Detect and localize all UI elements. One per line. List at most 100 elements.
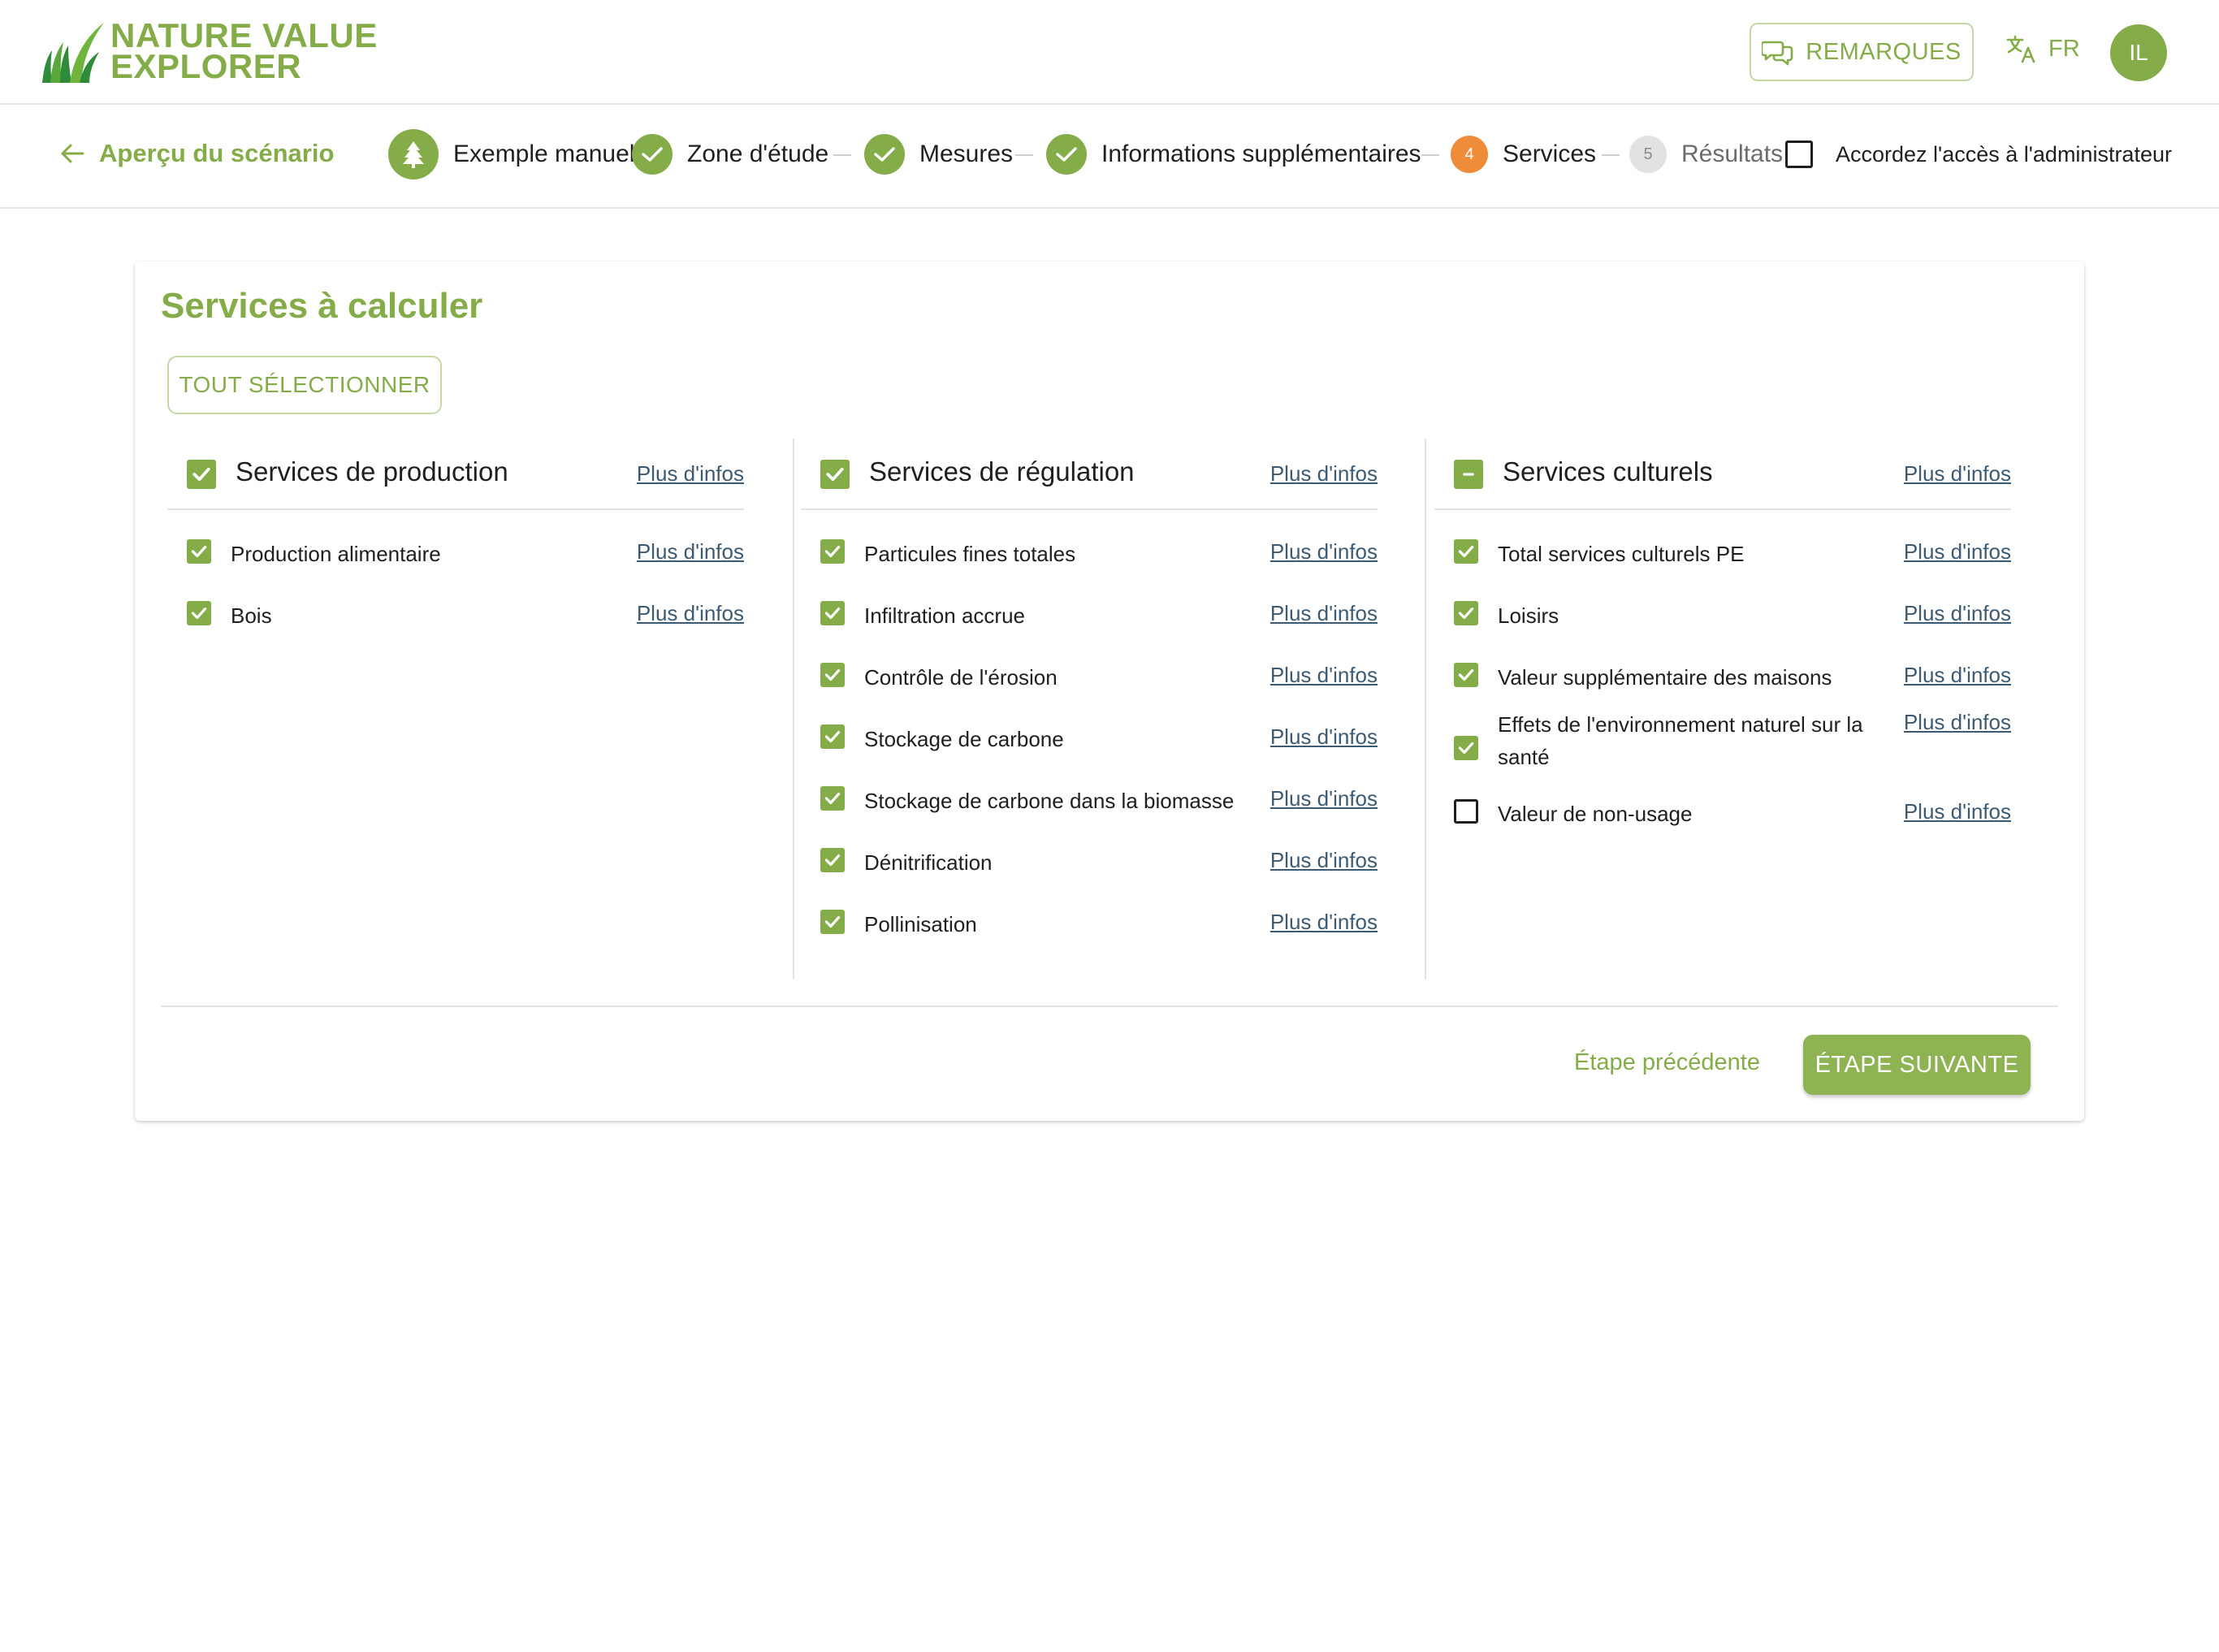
more-info-link[interactable]: Plus d'infos bbox=[637, 539, 744, 564]
select-all-button[interactable]: TOUT SÉLECTIONNER bbox=[167, 356, 442, 414]
checked-checkbox[interactable] bbox=[1454, 663, 1478, 687]
service-row[interactable]: Dénitrification Plus d'infos bbox=[801, 832, 1378, 893]
column-title: Services culturels bbox=[1503, 456, 1713, 487]
checked-checkbox[interactable] bbox=[187, 460, 216, 489]
check-circle-icon bbox=[632, 134, 673, 175]
service-row[interactable]: Production alimentaire Plus d'infos bbox=[167, 523, 744, 585]
service-row[interactable]: Loisirs Plus d'infos bbox=[1434, 585, 2011, 647]
card-footer-divider bbox=[161, 1005, 2058, 1007]
logo-wordmark: NATURE VALUE EXPLORER bbox=[110, 19, 378, 84]
more-info-link[interactable]: Plus d'infos bbox=[1904, 799, 2011, 824]
column-title: Services de production bbox=[236, 456, 508, 487]
step-additional-info[interactable]: Informations supplémentaires bbox=[1046, 134, 1421, 175]
checked-checkbox[interactable] bbox=[820, 848, 845, 872]
translate-icon bbox=[2006, 35, 2035, 63]
service-label: Dénitrification bbox=[864, 850, 993, 875]
service-row[interactable]: Valeur supplémentaire des maisons Plus d'… bbox=[1434, 647, 2011, 708]
checked-checkbox[interactable] bbox=[820, 601, 845, 625]
more-info-link[interactable]: Plus d'infos bbox=[1904, 663, 2011, 688]
service-label: Particules fines totales bbox=[864, 542, 1076, 566]
service-label: Stockage de carbone dans la biomasse bbox=[864, 789, 1235, 813]
more-info-link[interactable]: Plus d'infos bbox=[1270, 910, 1378, 935]
tree-icon bbox=[388, 129, 439, 179]
grass-logo-icon bbox=[42, 23, 104, 83]
step-scenario[interactable]: Exemple manuel bbox=[388, 129, 634, 179]
back-to-overview-link[interactable]: Aperçu du scénario bbox=[60, 139, 334, 168]
more-info-link[interactable]: Plus d'infos bbox=[1270, 461, 1378, 487]
column-regulation: Services de régulation Plus d'infos Partic… bbox=[801, 440, 1378, 955]
service-label: Total services culturels PE bbox=[1498, 542, 1745, 566]
arrow-left-icon bbox=[61, 144, 84, 163]
service-row[interactable]: Stockage de carbone dans la biomasse Plus… bbox=[801, 770, 1378, 832]
scenario-stepper: Aperçu du scénario Exemple manuel Zone d… bbox=[0, 105, 2219, 209]
checked-checkbox[interactable] bbox=[187, 601, 211, 625]
checked-checkbox[interactable] bbox=[820, 724, 845, 749]
more-info-link[interactable]: Plus d'infos bbox=[637, 461, 744, 487]
previous-step-link[interactable]: Étape précédente bbox=[1574, 1049, 1760, 1076]
checked-checkbox[interactable] bbox=[1454, 539, 1478, 564]
service-row[interactable]: Total services culturels PE Plus d'infos bbox=[1434, 523, 2011, 585]
checked-checkbox[interactable] bbox=[1454, 736, 1478, 760]
checked-checkbox[interactable] bbox=[1454, 601, 1478, 625]
more-info-link[interactable]: Plus d'infos bbox=[1904, 710, 2011, 735]
step-results[interactable]: 5 Résultats bbox=[1629, 136, 1783, 173]
step-measures[interactable]: Mesures bbox=[864, 134, 1013, 175]
service-row[interactable]: Bois Plus d'infos bbox=[167, 585, 744, 647]
service-label: Pollinisation bbox=[864, 912, 977, 936]
checked-checkbox[interactable] bbox=[820, 786, 845, 811]
back-label: Aperçu du scénario bbox=[99, 139, 335, 167]
service-row[interactable]: Contrôle de l'érosion Plus d'infos bbox=[801, 647, 1378, 708]
service-row[interactable]: Pollinisation Plus d'infos bbox=[801, 893, 1378, 955]
remarks-button[interactable]: REMARQUES bbox=[1750, 23, 1974, 81]
more-info-link[interactable]: Plus d'infos bbox=[1270, 724, 1378, 750]
service-row[interactable]: Particules fines totales Plus d'infos bbox=[801, 523, 1378, 585]
user-avatar[interactable]: IL bbox=[2110, 24, 2167, 81]
step-scenario-label: Exemple manuel bbox=[453, 141, 635, 167]
column-title: Services de régulation bbox=[869, 456, 1135, 487]
check-circle-icon bbox=[864, 134, 905, 175]
check-circle-icon bbox=[1046, 134, 1087, 175]
checked-checkbox[interactable] bbox=[187, 539, 211, 564]
empty-checkbox[interactable] bbox=[1454, 799, 1478, 824]
remarks-label: REMARQUES bbox=[1806, 38, 1962, 65]
service-label: Production alimentaire bbox=[231, 542, 441, 566]
column-header: Services culturels Plus d'infos bbox=[1434, 440, 2011, 510]
service-label: Infiltration accrue bbox=[864, 603, 1025, 628]
step-study-area[interactable]: Zone d'étude bbox=[632, 134, 828, 175]
more-info-link[interactable]: Plus d'infos bbox=[1270, 848, 1378, 873]
step-divider bbox=[1015, 154, 1033, 156]
more-info-link[interactable]: Plus d'infos bbox=[1270, 663, 1378, 688]
service-row[interactable]: Stockage de carbone Plus d'infos bbox=[801, 708, 1378, 770]
language-switcher[interactable]: FR bbox=[2006, 34, 2080, 63]
service-label: Bois bbox=[231, 603, 272, 628]
more-info-link[interactable]: Plus d'infos bbox=[1270, 601, 1378, 626]
next-step-button[interactable]: ÉTAPE SUIVANTE bbox=[1803, 1035, 2031, 1095]
service-row[interactable]: Infiltration accrue Plus d'infos bbox=[801, 585, 1378, 647]
service-row[interactable]: Effets de l'environnement naturel sur la… bbox=[1434, 708, 2011, 783]
app-logo[interactable]: NATURE VALUE EXPLORER bbox=[39, 18, 378, 84]
more-info-link[interactable]: Plus d'infos bbox=[1904, 461, 2011, 487]
more-info-link[interactable]: Plus d'infos bbox=[1904, 539, 2011, 564]
step-services[interactable]: 4 Services bbox=[1451, 136, 1596, 173]
service-list: Production alimentaire Plus d'infos Bois Pl… bbox=[167, 510, 744, 647]
admin-access-checkbox[interactable] bbox=[1785, 141, 1813, 168]
language-code: FR bbox=[2048, 35, 2080, 62]
more-info-link[interactable]: Plus d'infos bbox=[637, 601, 744, 626]
more-info-link[interactable]: Plus d'infos bbox=[1904, 601, 2011, 626]
indeterminate-checkbox[interactable] bbox=[1454, 460, 1483, 489]
services-card: Services à calculer TOUT SÉLECTIONNER Se… bbox=[135, 262, 2084, 1121]
more-info-link[interactable]: Plus d'infos bbox=[1270, 539, 1378, 564]
card-title: Services à calculer bbox=[161, 286, 483, 326]
service-label: Valeur supplémentaire des maisons bbox=[1498, 665, 1832, 690]
service-row[interactable]: Valeur de non-usage Plus d'infos bbox=[1434, 783, 2011, 845]
step-number-badge: 4 bbox=[1451, 136, 1488, 173]
checked-checkbox[interactable] bbox=[820, 460, 850, 489]
step-divider bbox=[1421, 154, 1439, 156]
service-list: Particules fines totales Plus d'infos Infi… bbox=[801, 510, 1378, 955]
admin-access-label: Accordez l'accès à l'administrateur bbox=[1836, 141, 2172, 166]
checked-checkbox[interactable] bbox=[820, 663, 845, 687]
more-info-link[interactable]: Plus d'infos bbox=[1270, 786, 1378, 811]
admin-access-toggle[interactable]: Accordez l'accès à l'administrateur bbox=[1785, 141, 2172, 168]
checked-checkbox[interactable] bbox=[820, 539, 845, 564]
checked-checkbox[interactable] bbox=[820, 910, 845, 934]
